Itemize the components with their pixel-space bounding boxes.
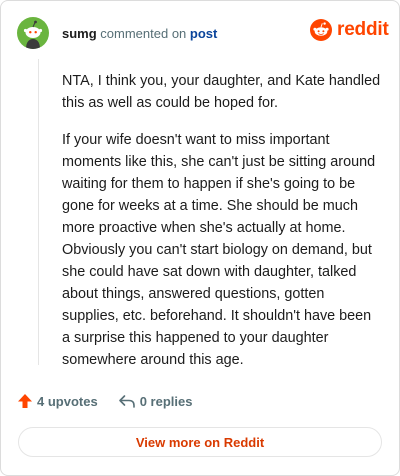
upvote-arrow-icon [18, 394, 32, 408]
comment-paragraph: If your wife doesn't want to miss import… [62, 132, 376, 368]
comment-body: NTA, I think you, your daughter, and Kat… [62, 70, 382, 386]
upvote-count: 4 upvotes [37, 393, 98, 409]
post-link[interactable]: post [190, 26, 217, 41]
snoo-avatar-icon [23, 20, 43, 49]
reddit-wordmark: reddit [337, 19, 389, 40]
username-link[interactable]: sumg [62, 26, 97, 41]
reddit-logo[interactable]: reddit [310, 19, 389, 41]
commented-on-label: commented on [100, 26, 187, 41]
reply-count: 0 replies [139, 393, 193, 409]
view-more-button[interactable]: View more on Reddit [18, 427, 382, 457]
comment-paragraph: NTA, I think you, your daughter, and Kat… [62, 73, 381, 111]
comment-actions: 4 upvotes 0 replies [17, 393, 192, 409]
user-avatar[interactable] [17, 17, 49, 49]
reply-button[interactable]: 0 replies [118, 393, 193, 409]
thread-line [38, 59, 39, 365]
upvote-button[interactable]: 4 upvotes [17, 393, 98, 409]
reply-arrow-icon [118, 395, 135, 408]
embedded-comment-card: sumg commented on post reddit NTA, I thi… [0, 0, 400, 476]
reddit-snoo-logo-icon [310, 19, 332, 41]
comment-meta: sumg commented on post [62, 26, 217, 42]
